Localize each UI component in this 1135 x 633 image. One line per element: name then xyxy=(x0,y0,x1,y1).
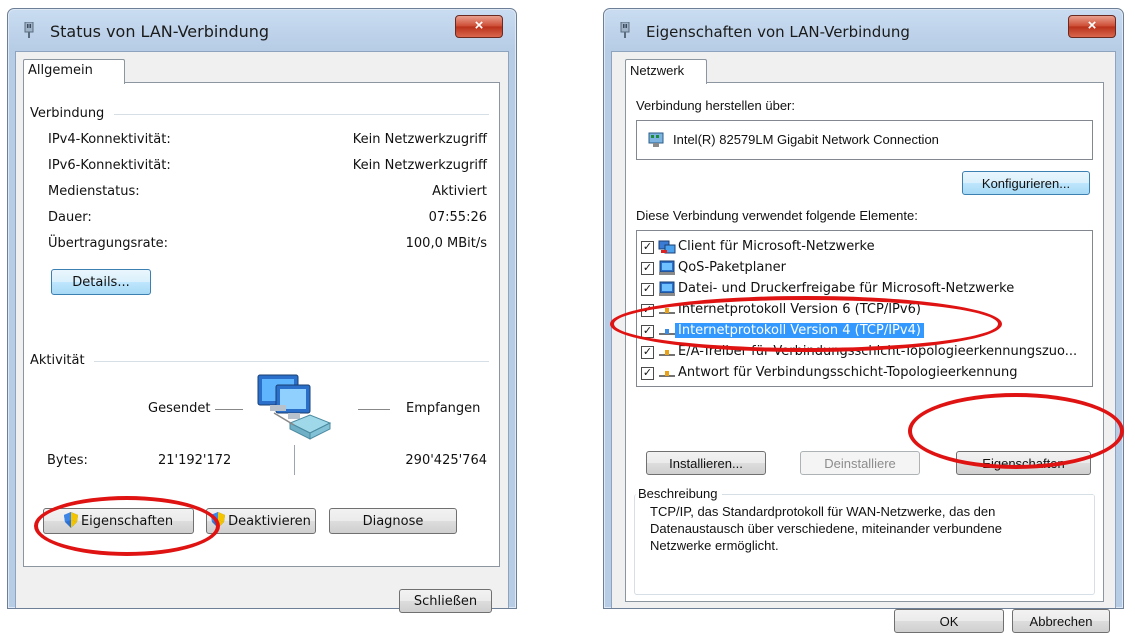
disable-button[interactable]: Deaktivieren xyxy=(206,508,316,534)
received-line xyxy=(358,409,390,410)
list-item-label: E/A-Treiber für Verbindungsschicht-Topol… xyxy=(678,344,1078,359)
checkbox[interactable]: ✓ xyxy=(641,262,654,275)
media-status-label: Medienstatus: xyxy=(48,184,140,199)
configure-button[interactable]: Konfigurieren... xyxy=(962,171,1090,195)
window-title: Status von LAN-Verbindung xyxy=(50,22,270,41)
network-adapter-icon xyxy=(620,22,630,38)
cancel-button[interactable]: Abbrechen xyxy=(1012,609,1110,633)
adapter-box: Intel(R) 82579LM Gigabit Network Connect… xyxy=(636,120,1093,160)
properties-title-bar[interactable]: Eigenschaften von LAN-Verbindung × xyxy=(604,9,1123,51)
bytes-received-value: 290'425'764 xyxy=(405,453,487,468)
network-client-icon xyxy=(658,240,676,254)
network-tab-panel: Verbindung herstellen über: Intel(R) 825… xyxy=(625,82,1104,602)
connection-group-label: Verbindung xyxy=(30,106,105,121)
list-item-label: Internetprotokoll Version 6 (TCP/IPv6) xyxy=(678,302,921,317)
description-text: TCP/IP, das Standardprotokoll für WAN-Ne… xyxy=(650,504,1002,553)
properties-window: Eigenschaften von LAN-Verbindung × Netzw… xyxy=(603,8,1124,633)
status-title-bar[interactable]: Status von LAN-Verbindung × xyxy=(8,9,516,51)
received-label: Empfangen xyxy=(406,401,481,416)
network-service-icon xyxy=(659,281,675,296)
properties-button-label: Eigenschaften xyxy=(80,514,174,529)
duration-label: Dauer: xyxy=(48,210,92,225)
ok-button[interactable]: OK xyxy=(894,609,1004,633)
uac-shield-icon xyxy=(211,512,226,528)
component-properties-button[interactable]: Eigenschaften xyxy=(956,451,1091,475)
checkbox[interactable]: ✓ xyxy=(641,325,654,338)
connect-using-label: Verbindung herstellen über: xyxy=(636,98,796,113)
checkbox[interactable]: ✓ xyxy=(641,346,654,359)
group-divider xyxy=(114,114,489,115)
status-client-area: Allgemein Verbindung IPv4-Konnektivität:… xyxy=(15,51,509,613)
general-tab-panel: Verbindung IPv4-Konnektivität: Kein Netz… xyxy=(23,82,500,567)
protocol-icon xyxy=(659,350,675,356)
properties-client-area: Netzwerk Verbindung herstellen über: Int… xyxy=(611,51,1116,633)
checkbox[interactable]: ✓ xyxy=(641,304,654,317)
protocol-icon xyxy=(659,329,675,335)
adapter-name: Intel(R) 82579LM Gigabit Network Connect… xyxy=(673,132,939,147)
bytes-label: Bytes: xyxy=(47,453,88,468)
list-item-label: Antwort für Verbindungsschicht-Topologie… xyxy=(678,365,1018,380)
bytes-sent-value: 21'192'172 xyxy=(158,453,232,468)
install-button[interactable]: Installieren... xyxy=(646,451,766,475)
list-item-label: Internetprotokoll Version 4 (TCP/IPv4) xyxy=(675,323,924,338)
checkbox[interactable]: ✓ xyxy=(641,283,654,296)
uninstall-button[interactable]: Deinstalliere xyxy=(800,451,920,475)
duration-value: 07:55:26 xyxy=(428,210,487,225)
sent-line xyxy=(215,409,243,410)
ipv4-value: Kein Netzwerkzugriff xyxy=(352,132,487,147)
network-service-icon xyxy=(659,260,675,275)
ipv4-label: IPv4-Konnektivität: xyxy=(48,132,171,147)
checkbox[interactable]: ✓ xyxy=(641,367,654,380)
speed-label: Übertragungsrate: xyxy=(48,236,169,251)
disable-button-label: Deaktivieren xyxy=(228,514,311,529)
protocol-icon xyxy=(659,371,675,377)
activity-group-label: Aktivität xyxy=(30,353,85,368)
window-title: Eigenschaften von LAN-Verbindung xyxy=(646,23,910,41)
close-button[interactable]: Schließen xyxy=(399,589,492,613)
close-window-button[interactable]: × xyxy=(455,15,503,38)
network-computers-icon xyxy=(257,374,332,440)
network-adapter-card-icon xyxy=(648,132,664,147)
protocol-icon xyxy=(659,308,675,314)
properties-button[interactable]: Eigenschaften xyxy=(43,508,194,534)
group-divider xyxy=(722,494,1093,495)
speed-value: 100,0 MBit/s xyxy=(405,236,487,251)
close-window-button[interactable]: × xyxy=(1068,15,1116,38)
bytes-divider xyxy=(294,445,295,475)
checkbox[interactable]: ✓ xyxy=(641,241,654,254)
details-button[interactable]: Details... xyxy=(51,269,151,295)
diagnose-button[interactable]: Diagnose xyxy=(329,508,457,534)
ipv6-value: Kein Netzwerkzugriff xyxy=(352,158,487,173)
components-list[interactable]: ✓ Client für Microsoft-Netzwerke ✓ QoS-P… xyxy=(636,230,1093,387)
network-adapter-icon xyxy=(24,22,34,38)
items-label: Diese Verbindung verwendet folgende Elem… xyxy=(636,208,918,223)
sent-label: Gesendet xyxy=(148,401,211,416)
tab-netzwerk[interactable]: Netzwerk xyxy=(625,59,707,84)
media-status-value: Aktiviert xyxy=(432,184,487,199)
uac-shield-icon xyxy=(63,512,78,528)
status-window: Status von LAN-Verbindung × Allgemein Ve… xyxy=(7,8,517,613)
tab-allgemein[interactable]: Allgemein xyxy=(23,59,125,84)
list-item-label: Client für Microsoft-Netzwerke xyxy=(678,239,875,254)
list-item-label: Datei- und Druckerfreigabe für Microsoft… xyxy=(678,281,1015,296)
ipv6-label: IPv6-Konnektivität: xyxy=(48,158,171,173)
group-divider xyxy=(94,361,489,362)
list-item-label: QoS-Paketplaner xyxy=(678,260,786,275)
